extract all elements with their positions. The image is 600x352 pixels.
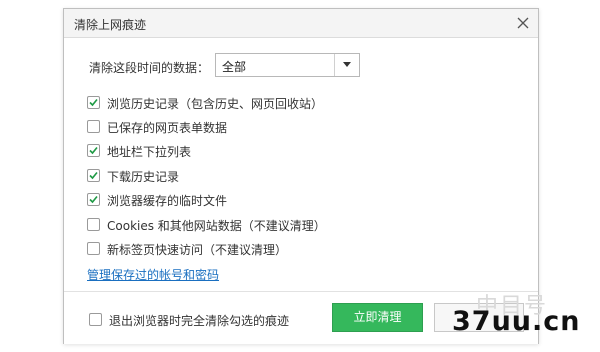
- checkbox[interactable]: [87, 193, 100, 206]
- checkmark-icon: [89, 146, 98, 155]
- time-range-label: 清除这段时间的数据：: [89, 61, 210, 75]
- checkbox[interactable]: [87, 242, 100, 255]
- watermark: 37uu.cn: [452, 306, 581, 337]
- clear-on-exit-label: 退出浏览器时完全清除勾选的痕迹: [109, 314, 290, 328]
- checkbox[interactable]: [87, 120, 100, 133]
- option-label: 地址栏下拉列表: [107, 145, 192, 159]
- chevron-down-icon: [343, 62, 351, 67]
- time-range-value: 全部: [222, 60, 247, 74]
- checkmark-icon: [89, 195, 98, 204]
- dialog-title-bar: 清除上网痕迹: [64, 9, 538, 38]
- checkbox[interactable]: [87, 218, 100, 231]
- checkbox[interactable]: [87, 96, 100, 109]
- close-button[interactable]: [515, 15, 531, 31]
- dropdown-arrow[interactable]: [334, 54, 359, 76]
- manage-passwords-link[interactable]: 管理保存过的帐号和密码: [87, 266, 219, 283]
- checkbox[interactable]: [89, 313, 102, 326]
- option-label: 浏览器缓存的临时文件: [107, 194, 228, 208]
- option-label: 新标签页快速访问（不建议清理）: [107, 243, 288, 257]
- clear-browsing-data-dialog: 清除上网痕迹 清除这段时间的数据： 全部 浏览历史记录（包含历史、网页回收站） …: [63, 8, 539, 344]
- checkmark-icon: [89, 171, 98, 180]
- option-label: Cookies 和其他网站数据（不建议清理）: [107, 219, 326, 233]
- option-label: 浏览历史记录（包含历史、网页回收站）: [107, 97, 324, 111]
- clear-now-button[interactable]: 立即清理: [332, 303, 423, 332]
- close-icon: [517, 17, 529, 29]
- checkbox[interactable]: [87, 144, 100, 157]
- option-label: 下载历史记录: [107, 170, 180, 184]
- time-range-select[interactable]: 全部: [215, 53, 360, 77]
- checkbox[interactable]: [87, 169, 100, 182]
- checkmark-icon: [89, 98, 98, 107]
- option-label: 已保存的网页表单数据: [107, 121, 228, 135]
- dialog-title: 清除上网痕迹: [74, 18, 147, 32]
